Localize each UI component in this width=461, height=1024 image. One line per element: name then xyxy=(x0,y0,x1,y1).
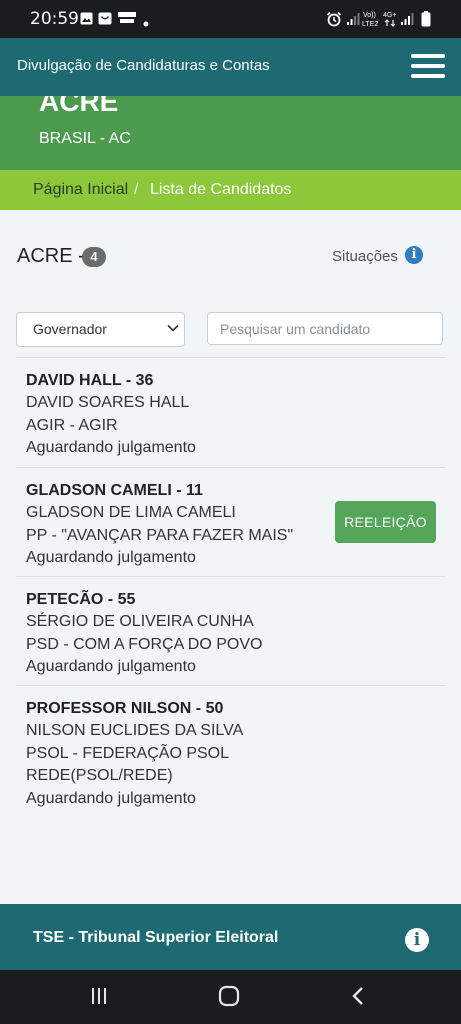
footer: TSE - Tribunal Superior Eleitoral i xyxy=(0,904,461,970)
alarm-icon xyxy=(326,11,342,27)
state-subtitle: BRASIL - AC xyxy=(39,130,131,147)
candidate-item[interactable]: PETECÃO - 55 SÉRGIO DE OLIVEIRA CUNHA PS… xyxy=(16,576,445,685)
candidate-name[interactable]: PROFESSOR NILSON - 50 xyxy=(26,698,435,720)
reelection-button[interactable]: REELEIÇÃO xyxy=(335,501,436,543)
dot-icon xyxy=(143,21,149,27)
svg-text:Vo)): Vo)) xyxy=(363,12,376,19)
office-select-value: Governador xyxy=(33,321,107,337)
app-title: Divulgação de Candidaturas e Contas xyxy=(17,57,270,74)
4g-icon: 4G+ xyxy=(383,12,396,27)
status-bar: 20:59 Vo)) LTE2 4G+ xyxy=(0,0,461,38)
candidate-count-badge: 4 xyxy=(82,247,106,267)
state-header: ACRE BRASIL - AC xyxy=(0,96,461,170)
hamburger-menu-icon[interactable] xyxy=(411,54,445,78)
breadcrumb-current: Lista de Candidatos xyxy=(150,181,292,198)
breadcrumb-separator: / xyxy=(134,181,139,198)
candidate-status: Aguardando julgamento xyxy=(26,549,196,566)
candidate-list: DAVID HALL - 36 DAVID SOARES HALL AGIR -… xyxy=(16,357,445,818)
svg-text:LTE2: LTE2 xyxy=(362,21,378,28)
info-circle-icon[interactable]: i xyxy=(405,246,423,264)
candidate-item[interactable]: PROFESSOR NILSON - 50 NILSON EUCLIDES DA… xyxy=(16,685,445,818)
candidate-search-input[interactable] xyxy=(207,312,443,345)
candidate-party: AGIR - AGIR xyxy=(26,416,118,434)
recent-apps-icon[interactable] xyxy=(89,986,109,1006)
candidate-status: Aguardando julgamento xyxy=(26,658,196,675)
candidate-item[interactable]: GLADSON CAMELI - 11 GLADSON DE LIMA CAME… xyxy=(16,467,445,576)
signal-icon xyxy=(347,13,360,25)
image-icon xyxy=(80,12,93,25)
candidate-name[interactable]: GLADSON CAMELI - 11 xyxy=(26,480,435,502)
globoplay-icon xyxy=(118,12,136,23)
footer-text: TSE - Tribunal Superior Eleitoral xyxy=(33,929,279,946)
volte-icon: Vo)) LTE2 xyxy=(362,12,378,28)
candidate-full-name: SÉRGIO DE OLIVEIRA CUNHA xyxy=(26,613,254,630)
breadcrumb-home-link[interactable]: Página Inicial xyxy=(33,181,128,199)
chevron-down-icon xyxy=(167,324,179,332)
candidate-party-line2: REDE(PSOL/REDE) xyxy=(26,767,173,784)
candidate-name[interactable]: DAVID HALL - 36 xyxy=(26,370,435,392)
breadcrumb: Página Inicial / Lista de Candidatos xyxy=(0,170,461,210)
candidate-full-name: DAVID SOARES HALL xyxy=(26,394,190,411)
candidate-name[interactable]: PETECÃO - 55 xyxy=(26,589,435,611)
shopping-icon xyxy=(98,12,112,25)
info-circle-icon[interactable]: i xyxy=(405,928,429,952)
candidate-party: PSD - COM A FORÇA DO POVO xyxy=(26,635,263,653)
signal-icon xyxy=(401,13,414,25)
candidate-full-name: NILSON EUCLIDES DA SILVA xyxy=(26,722,244,739)
system-nav-bar xyxy=(0,970,461,1024)
candidate-item[interactable]: DAVID HALL - 36 DAVID SOARES HALL AGIR -… xyxy=(16,357,445,467)
app-bar: Divulgação de Candidaturas e Contas xyxy=(0,38,461,96)
state-name: ACRE xyxy=(39,96,119,117)
svg-text:4G+: 4G+ xyxy=(383,12,396,19)
home-icon[interactable] xyxy=(218,985,240,1007)
situations-link[interactable]: Situações xyxy=(332,248,398,265)
candidate-status: Aguardando julgamento xyxy=(26,439,196,456)
office-select[interactable]: Governador xyxy=(16,312,185,347)
status-time: 20:59 xyxy=(30,9,79,29)
back-icon[interactable] xyxy=(348,985,368,1007)
candidate-status: Aguardando julgamento xyxy=(26,789,196,807)
section-title: ACRE - xyxy=(17,245,85,267)
battery-icon xyxy=(421,11,431,27)
candidate-party: PSOL - FEDERAÇÃO PSOL xyxy=(26,744,230,762)
